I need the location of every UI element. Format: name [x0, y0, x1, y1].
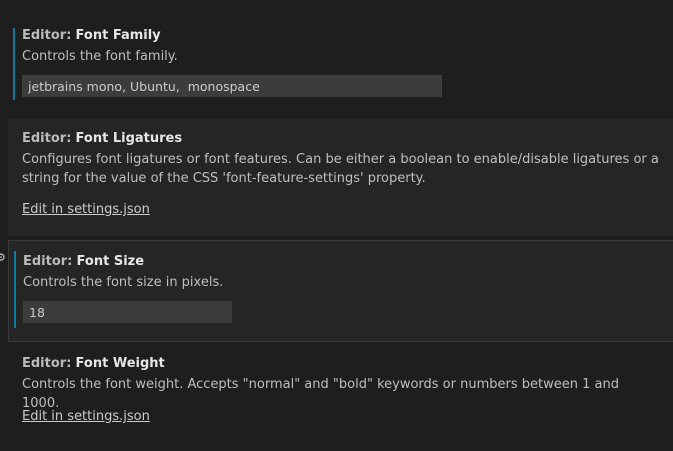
- setting-name: Font Size: [76, 254, 145, 269]
- font-family-input[interactable]: [22, 75, 442, 97]
- setting-font-family[interactable]: Editor: Font Family Controls the font fa…: [8, 18, 673, 104]
- setting-name: Font Ligatures: [75, 131, 183, 146]
- setting-category: Editor:: [22, 131, 72, 146]
- edit-in-settings-json-link[interactable]: Edit in settings.json: [22, 409, 150, 425]
- setting-name: Font Weight: [75, 356, 165, 371]
- modified-indicator: [13, 28, 15, 100]
- setting-category: Editor:: [22, 28, 72, 43]
- setting-font-ligatures[interactable]: Editor: Font Ligatures Configures font l…: [8, 118, 673, 236]
- setting-description: Configures font ligatures or font featur…: [22, 152, 659, 186]
- setting-title: Editor: Font Size: [23, 254, 144, 270]
- setting-title: Editor: Font Ligatures: [22, 131, 182, 147]
- setting-category: Editor:: [23, 254, 73, 269]
- gear-icon[interactable]: ⚙: [0, 251, 6, 265]
- setting-title: Editor: Font Weight: [22, 356, 165, 372]
- settings-editor-list: Editor: Font Family Controls the font fa…: [0, 0, 673, 451]
- setting-font-size[interactable]: Editor: Font Size Controls the font size…: [8, 240, 673, 342]
- setting-name: Font Family: [75, 28, 161, 43]
- font-size-input[interactable]: [23, 301, 232, 323]
- setting-description: Controls the font size in pixels.: [23, 275, 224, 290]
- edit-in-settings-json-link[interactable]: Edit in settings.json: [22, 202, 150, 218]
- setting-font-weight[interactable]: Editor: Font Weight Controls the font we…: [8, 346, 673, 441]
- setting-description: Controls the font family.: [22, 49, 178, 64]
- setting-description: Controls the font weight. Accepts "norma…: [22, 377, 619, 411]
- modified-indicator: [14, 251, 16, 328]
- setting-title: Editor: Font Family: [22, 28, 161, 44]
- setting-category: Editor:: [22, 356, 72, 371]
